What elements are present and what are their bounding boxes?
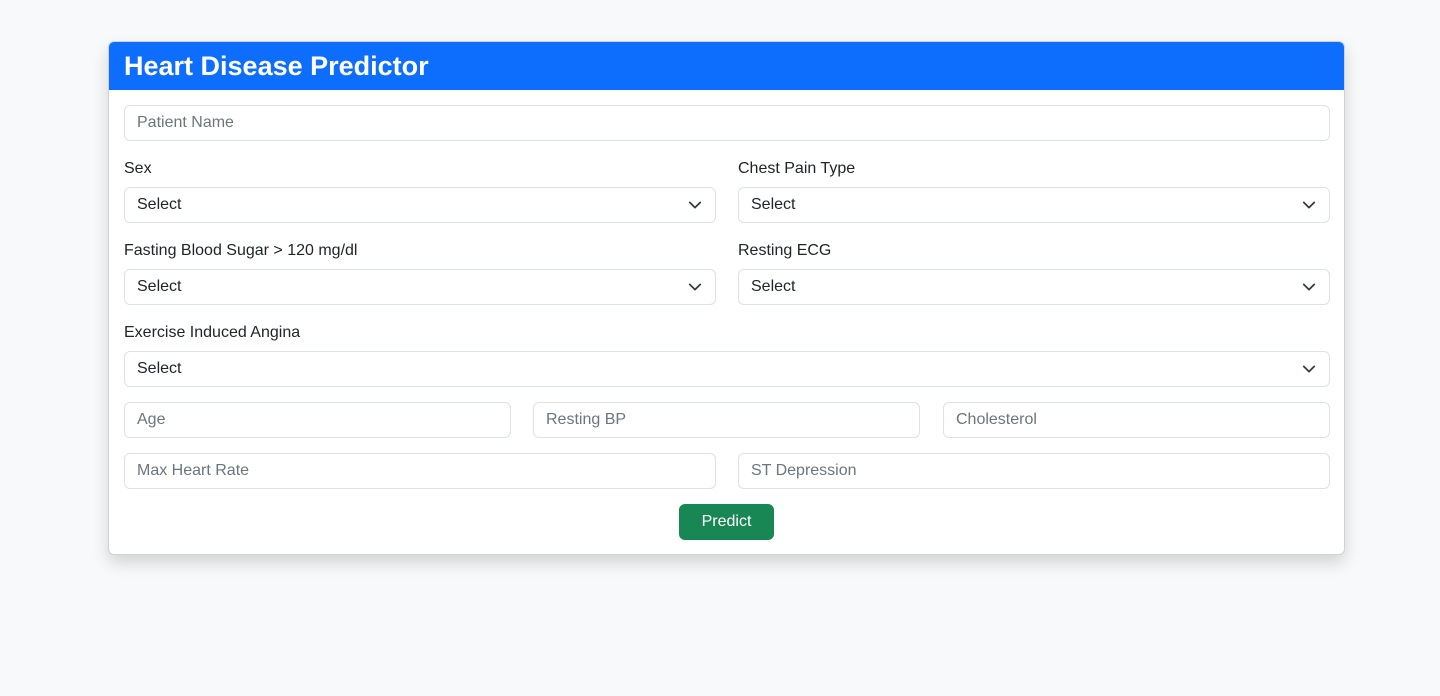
chevron-down-icon — [1301, 279, 1317, 295]
patient-name-input[interactable]: Patient Name — [124, 105, 1330, 141]
exercise-induced-angina-label: Exercise Induced Angina — [124, 324, 301, 341]
fasting-blood-sugar-label: Fasting Blood Sugar > 120 mg/dl — [124, 242, 358, 259]
fasting-blood-sugar-selected-value: Select — [137, 278, 182, 295]
age-input[interactable]: Age — [124, 402, 511, 438]
chevron-down-icon — [1301, 197, 1317, 213]
sex-label: Sex — [124, 160, 152, 177]
chest-pain-type-select[interactable]: Select — [738, 187, 1330, 223]
chest-pain-type-label: Chest Pain Type — [738, 160, 856, 177]
max-heart-rate-placeholder: Max Heart Rate — [137, 462, 250, 479]
chevron-down-icon — [687, 279, 703, 295]
st-depression-input[interactable]: ST Depression — [738, 453, 1330, 489]
sex-selected-value: Select — [137, 196, 182, 213]
exercise-induced-angina-selected-value: Select — [137, 360, 182, 377]
card-header: Heart Disease Predictor — [109, 42, 1344, 90]
resting-ecg-selected-value: Select — [751, 278, 796, 295]
resting-bp-input[interactable]: Resting BP — [533, 402, 920, 438]
age-placeholder: Age — [137, 411, 166, 428]
cholesterol-placeholder: Cholesterol — [956, 411, 1037, 428]
fasting-blood-sugar-select[interactable]: Select — [124, 269, 716, 305]
resting-ecg-label: Resting ECG — [738, 242, 832, 259]
chest-pain-type-selected-value: Select — [751, 196, 796, 213]
cholesterol-input[interactable]: Cholesterol — [943, 402, 1330, 438]
chevron-down-icon — [687, 197, 703, 213]
patient-name-placeholder: Patient Name — [137, 114, 234, 131]
predictor-card: Heart Disease Predictor Patient Name Sex… — [108, 41, 1345, 555]
exercise-induced-angina-select[interactable]: Select — [124, 351, 1330, 387]
st-depression-placeholder: ST Depression — [751, 462, 857, 479]
page-title: Heart Disease Predictor — [124, 50, 429, 81]
max-heart-rate-input[interactable]: Max Heart Rate — [124, 453, 716, 489]
chevron-down-icon — [1301, 361, 1317, 377]
resting-ecg-select[interactable]: Select — [738, 269, 1330, 305]
predict-button[interactable]: Predict — [679, 504, 774, 540]
resting-bp-placeholder: Resting BP — [546, 411, 627, 428]
sex-select[interactable]: Select — [124, 187, 716, 223]
